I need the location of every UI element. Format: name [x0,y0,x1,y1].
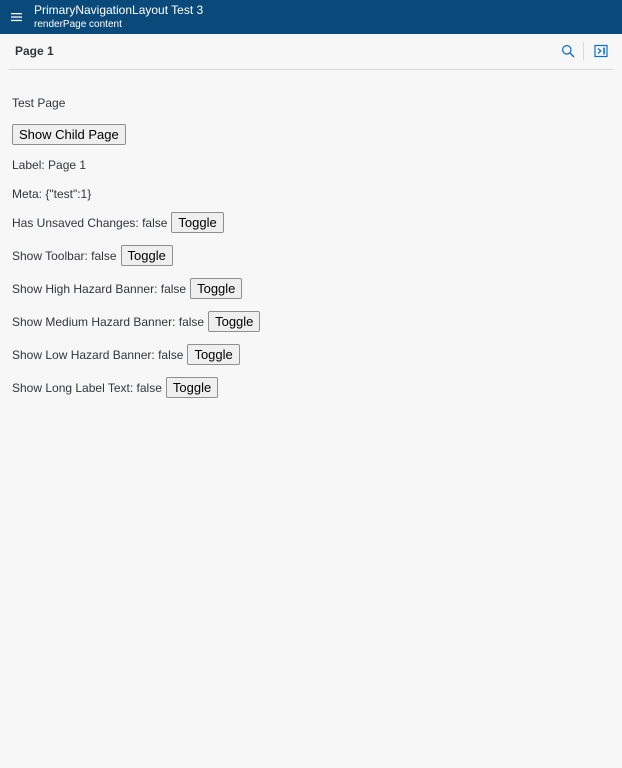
toggle-row-low-hazard: Show Low Hazard Banner: false Toggle [12,344,260,365]
toggle-label: Show Long Label Text: false [12,380,162,395]
toggle-low-hazard-button[interactable]: Toggle [187,344,240,365]
page-title: Page 1 [15,44,54,58]
hamburger-menu-icon[interactable] [10,10,24,24]
toggle-label: Show Low Hazard Banner: false [12,347,184,362]
toggle-label: Show Toolbar: false [12,248,117,263]
toggle-label: Has Unsaved Changes: false [12,215,168,230]
toggle-label: Show Medium Hazard Banner: false [12,314,205,329]
toggle-medium-hazard-button[interactable]: Toggle [208,311,261,332]
toggle-row-medium-hazard: Show Medium Hazard Banner: false Toggle [12,311,261,332]
collapse-panel-icon[interactable] [594,44,608,58]
top-bar: PrimaryNavigationLayout Test 3 renderPag… [0,0,622,34]
toggle-unsaved-changes-button[interactable]: Toggle [171,212,224,233]
header-rule [9,69,613,70]
toggle-row-unsaved-changes: Has Unsaved Changes: false Toggle [12,212,260,233]
toggle-label: Show High Hazard Banner: false [12,281,187,296]
page-header: Page 1 [0,34,622,70]
label-line: Label: Page 1 [12,158,87,172]
toggle-toolbar-button[interactable]: Toggle [120,245,173,266]
header-divider [583,42,584,60]
app-title: PrimaryNavigationLayout Test 3 [34,3,204,17]
toggle-row-long-label: Show Long Label Text: false Toggle [12,377,260,398]
search-icon[interactable] [561,44,575,58]
show-child-page-button[interactable]: Show Child Page [12,124,126,145]
content-heading: Test Page [12,96,66,110]
toggle-row-high-hazard: Show High Hazard Banner: false Toggle [12,278,260,299]
toggle-long-label-button[interactable]: Toggle [165,377,219,398]
toggle-row-toolbar: Show Toolbar: false Toggle [12,245,260,266]
meta-line: Meta: {"test":1} [12,187,92,201]
app-subtitle: renderPage content [34,19,122,30]
toggle-high-hazard-button[interactable]: Toggle [190,278,243,299]
page-content: Test Page Show Child Page Label: Page 1 … [12,96,261,398]
